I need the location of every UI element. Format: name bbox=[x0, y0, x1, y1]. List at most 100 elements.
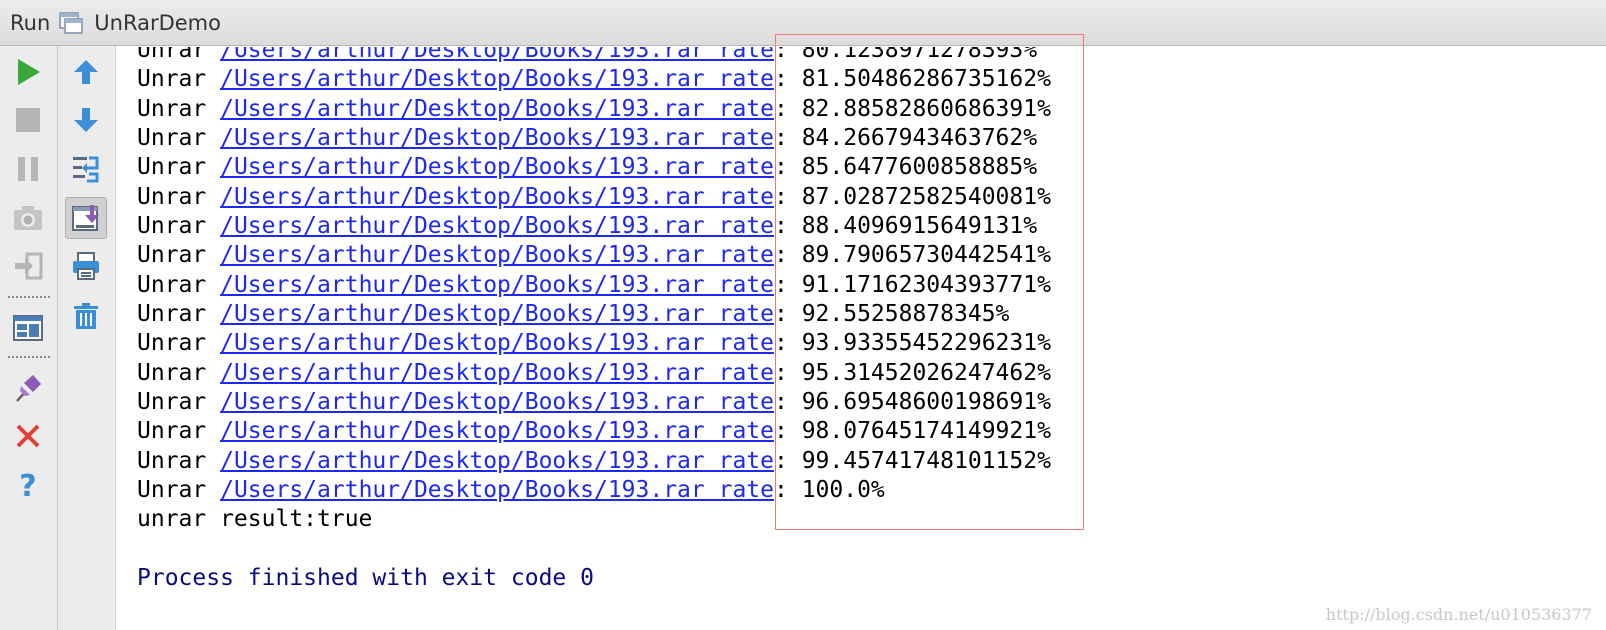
file-path-link[interactable]: /Users/arthur/Desktop/Books/193.rar rate bbox=[220, 301, 774, 327]
console-line: Unrar /Users/arthur/Desktop/Books/193.ra… bbox=[137, 212, 1051, 241]
line-colon: : bbox=[773, 47, 802, 63]
file-path-link[interactable]: /Users/arthur/Desktop/Books/193.rar rate bbox=[220, 330, 774, 356]
console-line: Unrar /Users/arthur/Desktop/Books/193.ra… bbox=[137, 241, 1051, 270]
line-colon: : bbox=[773, 95, 802, 122]
file-path-link[interactable]: /Users/arthur/Desktop/Books/193.rar rate bbox=[220, 154, 774, 180]
watermark: http://blog.csdn.net/u010536377 bbox=[1325, 605, 1592, 624]
line-colon: : bbox=[773, 359, 802, 386]
console-line: Unrar /Users/arthur/Desktop/Books/193.ra… bbox=[137, 476, 1051, 505]
file-path-link[interactable]: /Users/arthur/Desktop/Books/193.rar rate bbox=[220, 477, 774, 503]
stop-icon[interactable] bbox=[8, 100, 48, 140]
line-prefix: Unrar bbox=[137, 359, 221, 386]
file-path-link[interactable]: /Users/arthur/Desktop/Books/193.rar rate bbox=[220, 184, 774, 210]
line-colon: : bbox=[773, 330, 802, 357]
rate-value: 89.79065730442541% bbox=[801, 242, 1051, 269]
close-icon[interactable] bbox=[8, 416, 48, 456]
rate-value: 87.02872582540081% bbox=[801, 183, 1051, 210]
down-arrow-icon[interactable] bbox=[66, 100, 106, 140]
console-line: Unrar /Users/arthur/Desktop/Books/193.ra… bbox=[137, 95, 1051, 124]
file-path-link[interactable]: /Users/arthur/Desktop/Books/193.rar rate bbox=[220, 272, 774, 298]
line-prefix: Unrar bbox=[137, 95, 221, 122]
console-line: Unrar /Users/arthur/Desktop/Books/193.ra… bbox=[137, 329, 1051, 358]
console-line: Unrar /Users/arthur/Desktop/Books/193.ra… bbox=[137, 47, 1051, 65]
line-prefix: Unrar bbox=[137, 330, 221, 357]
window-icon bbox=[58, 10, 84, 36]
rate-value: 81.50486286735162% bbox=[801, 66, 1051, 93]
line-colon: : bbox=[773, 476, 802, 503]
file-path-link[interactable]: /Users/arthur/Desktop/Books/193.rar rate bbox=[220, 47, 774, 63]
console-line: Unrar /Users/arthur/Desktop/Books/193.ra… bbox=[137, 388, 1051, 417]
line-prefix: Unrar bbox=[137, 300, 221, 327]
dump-threads-icon[interactable] bbox=[8, 198, 48, 238]
rate-value: 91.17162304393771% bbox=[801, 271, 1051, 298]
line-colon: : bbox=[773, 66, 802, 93]
console-output[interactable]: Unrar /Users/arthur/Desktop/Books/193.ra… bbox=[116, 47, 1606, 630]
line-colon: : bbox=[773, 271, 802, 298]
file-path-link[interactable]: /Users/arthur/Desktop/Books/193.rar rate bbox=[220, 242, 774, 268]
line-colon: : bbox=[773, 242, 802, 269]
console-actions-toolbar bbox=[58, 46, 116, 630]
tool-window-title: Run bbox=[10, 10, 51, 35]
line-colon: : bbox=[773, 212, 802, 239]
line-prefix: Unrar bbox=[137, 154, 221, 181]
line-prefix: Unrar bbox=[137, 66, 221, 93]
run-tool-window-header: Run UnRarDemo bbox=[0, 0, 1606, 46]
pin-icon[interactable] bbox=[8, 368, 48, 408]
line-colon: : bbox=[773, 447, 802, 474]
line-prefix: Unrar bbox=[137, 271, 221, 298]
rate-value: 85.6477600858885% bbox=[801, 154, 1038, 181]
console-lines: Unrar /Users/arthur/Desktop/Books/193.ra… bbox=[137, 47, 1051, 593]
run-actions-toolbar: ? bbox=[0, 46, 58, 630]
run-configuration-tab[interactable]: UnRarDemo bbox=[94, 11, 221, 35]
rate-value: 92.55258878345% bbox=[801, 300, 1010, 327]
file-path-link[interactable]: /Users/arthur/Desktop/Books/193.rar rate bbox=[220, 213, 774, 239]
file-path-link[interactable]: /Users/arthur/Desktop/Books/193.rar rate bbox=[220, 125, 774, 151]
exit-icon[interactable] bbox=[8, 246, 48, 286]
rate-value: 84.2667943463762% bbox=[801, 124, 1038, 151]
console-line: Unrar /Users/arthur/Desktop/Books/193.ra… bbox=[137, 183, 1051, 212]
file-path-link[interactable]: /Users/arthur/Desktop/Books/193.rar rate bbox=[220, 360, 774, 386]
pause-icon[interactable] bbox=[8, 149, 48, 189]
up-arrow-icon[interactable] bbox=[66, 52, 106, 92]
rate-value: 100.0% bbox=[801, 476, 885, 503]
line-prefix: Unrar bbox=[137, 418, 221, 445]
console-line: Unrar /Users/arthur/Desktop/Books/193.ra… bbox=[137, 153, 1051, 182]
process-finished-line: Process finished with exit code 0 bbox=[137, 564, 594, 591]
result-line: unrar result:true bbox=[137, 506, 373, 533]
rate-value: 95.31452026247462% bbox=[801, 359, 1051, 386]
rerun-icon[interactable] bbox=[8, 52, 48, 92]
svg-text:?: ? bbox=[19, 469, 36, 501]
line-prefix: Unrar bbox=[137, 124, 221, 151]
line-colon: : bbox=[773, 183, 802, 210]
toolbar-separator bbox=[8, 296, 50, 298]
rate-value: 82.88582860686391% bbox=[801, 95, 1051, 122]
rate-value: 99.45741748101152% bbox=[801, 447, 1051, 474]
file-path-link[interactable]: /Users/arthur/Desktop/Books/193.rar rate bbox=[220, 389, 774, 415]
line-prefix: Unrar bbox=[137, 476, 221, 503]
rate-value: 98.07645174149921% bbox=[801, 418, 1051, 445]
console-line: Unrar /Users/arthur/Desktop/Books/193.ra… bbox=[137, 417, 1051, 446]
restore-layout-icon[interactable] bbox=[8, 308, 48, 348]
console-line: Unrar /Users/arthur/Desktop/Books/193.ra… bbox=[137, 124, 1051, 153]
line-colon: : bbox=[773, 124, 802, 151]
file-path-link[interactable]: /Users/arthur/Desktop/Books/193.rar rate bbox=[220, 96, 774, 122]
console-line: Unrar /Users/arthur/Desktop/Books/193.ra… bbox=[137, 300, 1051, 329]
help-icon[interactable]: ? bbox=[8, 465, 48, 505]
line-prefix: Unrar bbox=[137, 447, 221, 474]
rate-value: 88.4096915649131% bbox=[801, 212, 1038, 239]
line-colon: : bbox=[773, 388, 802, 415]
line-prefix: Unrar bbox=[137, 212, 221, 239]
console-line: Unrar /Users/arthur/Desktop/Books/193.ra… bbox=[137, 271, 1051, 300]
soft-wrap-icon[interactable] bbox=[66, 149, 106, 189]
line-prefix: Unrar bbox=[137, 183, 221, 210]
file-path-link[interactable]: /Users/arthur/Desktop/Books/193.rar rate bbox=[220, 418, 774, 444]
line-prefix: Unrar bbox=[137, 242, 221, 269]
scroll-to-end-icon[interactable] bbox=[65, 197, 107, 239]
print-icon[interactable] bbox=[66, 246, 106, 286]
console-line: Unrar /Users/arthur/Desktop/Books/193.ra… bbox=[137, 447, 1051, 476]
file-path-link[interactable]: /Users/arthur/Desktop/Books/193.rar rate bbox=[220, 448, 774, 474]
toolbar-separator bbox=[8, 356, 50, 358]
rate-value: 80.1238971278393% bbox=[801, 47, 1038, 63]
trash-icon[interactable] bbox=[66, 296, 106, 336]
file-path-link[interactable]: /Users/arthur/Desktop/Books/193.rar rate bbox=[220, 66, 774, 92]
